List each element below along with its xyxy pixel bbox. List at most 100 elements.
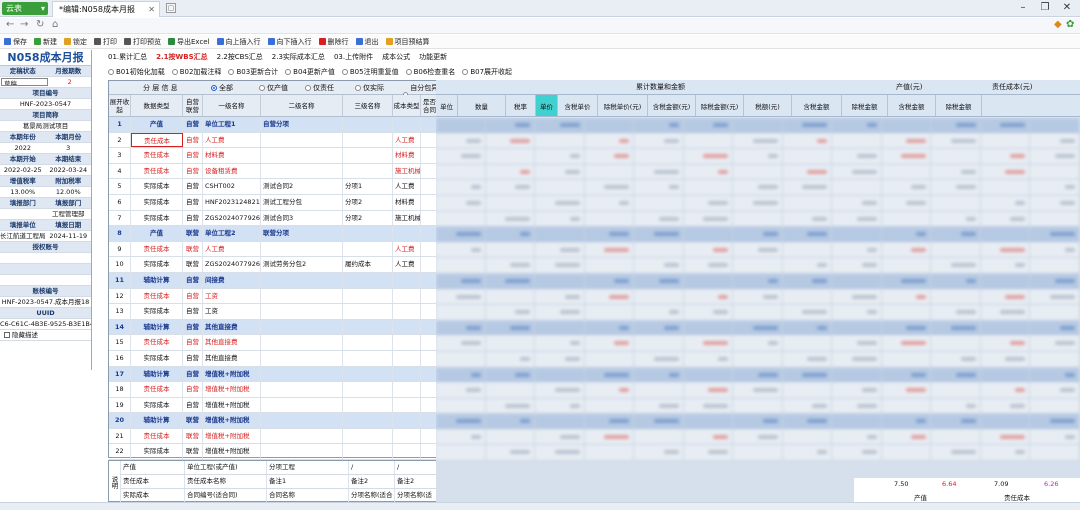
action-button[interactable]: B01初始化加载 xyxy=(108,67,165,77)
field-value[interactable]: 2022-03-24 xyxy=(46,165,92,175)
field-value[interactable]: C6-C61C-4B3E-9525-B3E1B4 xyxy=(0,319,91,330)
home-icon[interactable]: ⌂ xyxy=(52,19,58,30)
table-row[interactable]: 15 责任成本 自营 其他直接费 xyxy=(109,335,439,351)
document-tab[interactable]: *编辑:N058成本月报 ✕ xyxy=(52,1,160,17)
cell-type[interactable]: 产值 xyxy=(131,226,183,241)
cell-type[interactable]: 实际成本 xyxy=(131,210,183,226)
cell-type[interactable]: 辅助计算 xyxy=(131,319,183,335)
table-row[interactable]: 1 产值 自营 单位工程1 自营分项 xyxy=(109,117,439,133)
field-value[interactable]: 工程管理部 xyxy=(46,209,92,219)
toolbar-button-6[interactable]: 向上插入行 xyxy=(216,37,261,47)
table-row[interactable]: 20 辅助计算 联营 增值税+附加税 xyxy=(109,413,439,429)
table-row[interactable]: 9 责任成本 联营 人工费 人工费 xyxy=(109,241,439,258)
field-value[interactable] xyxy=(0,275,91,286)
toolbar-button-9[interactable]: 退出 xyxy=(355,37,379,47)
field-value[interactable]: 3 xyxy=(46,143,92,153)
field-value[interactable]: 2 xyxy=(49,77,92,87)
field-value[interactable]: HNF-2023-0547.成本月报18 xyxy=(0,297,91,308)
toolbar-button-5[interactable]: 导出Excel xyxy=(168,37,210,47)
close-tab-icon[interactable]: ✕ xyxy=(148,2,155,17)
summary-tab[interactable]: 01.累计汇总 xyxy=(108,53,147,61)
field-value[interactable] xyxy=(0,253,91,264)
minimize-icon[interactable]: – xyxy=(1014,1,1032,15)
table-row[interactable]: 7实际成本自营ZGS2024077926测试合同3分项2施工机械使用费 xyxy=(109,210,439,227)
cell-type[interactable]: 产值 xyxy=(131,117,183,132)
summary-tab[interactable]: 2.1按WBS汇总 xyxy=(156,53,208,61)
cell-type[interactable]: 责任成本 xyxy=(131,428,183,444)
field-value[interactable]: 2022-02-25 xyxy=(0,165,46,175)
back-icon[interactable]: ← xyxy=(6,19,14,30)
cell-type[interactable]: 实际成本 xyxy=(131,397,183,413)
action-button[interactable]: B06检查重名 xyxy=(405,67,455,77)
cell-type[interactable]: 实际成本 xyxy=(131,444,183,460)
table-row[interactable]: 8 产值 联营 单位工程2 联营分项 xyxy=(109,226,439,242)
cell-type[interactable]: 辅助计算 xyxy=(131,413,183,428)
table-row[interactable]: 12 责任成本 自营 工资 xyxy=(109,288,439,305)
hide-description-checkbox[interactable]: 隐藏描述 xyxy=(0,330,91,341)
filter-radio[interactable]: 仅产值 xyxy=(259,81,288,95)
table-row[interactable]: 3 责任成本 自营 材料费 材料费 xyxy=(109,148,439,164)
field-value[interactable]: 长江航道工程局 xyxy=(0,231,46,241)
toolbar-button-1[interactable]: 新建 xyxy=(34,37,57,47)
action-button[interactable]: B05注明重复值 xyxy=(341,67,399,77)
summary-tab[interactable]: 03.上传附件 xyxy=(334,53,373,61)
field-value[interactable]: 2022 xyxy=(0,143,46,153)
cell-type[interactable]: 责任成本 xyxy=(131,335,183,350)
toolbar-button-4[interactable]: 打印预览 xyxy=(124,37,161,47)
summary-tab[interactable]: 2.3实际成本汇总 xyxy=(272,53,325,61)
table-row[interactable]: 2 责任成本 自营 人工费 人工费 xyxy=(109,132,439,149)
table-row[interactable]: 5 实际成本 自营 CSHT002 测试合同2 分项1 人工费 xyxy=(109,179,439,195)
app-menu-button[interactable]: 云表 ▾ xyxy=(2,2,48,15)
filter-radio[interactable]: 仅实际 xyxy=(355,81,384,95)
cell-type[interactable]: 实际成本 xyxy=(131,194,183,210)
cell-type[interactable]: 辅助计算 xyxy=(131,366,183,382)
field-value[interactable]: 12.00% xyxy=(46,187,92,197)
table-row[interactable]: 11 辅助计算 自营 间接费 xyxy=(109,272,439,289)
cell-type[interactable]: 责任成本 xyxy=(131,382,183,397)
toolbar-button-2[interactable]: 锁定 xyxy=(64,37,87,47)
settings-icon[interactable]: ✿ xyxy=(1066,19,1074,30)
cell-type[interactable]: 实际成本 xyxy=(131,304,183,319)
cell-type[interactable]: 实际成本 xyxy=(131,179,183,194)
toolbar-button-0[interactable]: 保存 xyxy=(4,37,27,47)
field-value[interactable]: HNF-2023-0547 xyxy=(0,99,91,110)
filter-radio[interactable]: 仅责任 xyxy=(305,81,334,95)
forward-icon[interactable]: → xyxy=(20,19,28,30)
plugin-icon[interactable]: ◆ xyxy=(1054,19,1062,30)
new-tab-icon[interactable]: ▢ xyxy=(166,3,176,13)
maximize-icon[interactable]: ❐ xyxy=(1036,1,1054,15)
refresh-icon[interactable]: ↻ xyxy=(36,19,44,30)
summary-tab[interactable]: 功能更新 xyxy=(419,53,447,61)
table-row[interactable]: 14 辅助计算 自营 其他直接费 xyxy=(109,319,439,336)
table-row[interactable]: 18 责任成本 自营 增值税+附加税 xyxy=(109,382,439,398)
table-row[interactable]: 22 实际成本 联营 增值税+附加税 xyxy=(109,444,439,461)
field-value[interactable]: 葛景局测试项目 xyxy=(0,121,91,132)
summary-tab[interactable]: 成本公式 xyxy=(382,53,410,61)
field-value[interactable]: 2024-11-19 xyxy=(46,231,92,241)
field-value[interactable]: 草稿 xyxy=(1,78,48,86)
table-row[interactable]: 13 实际成本 自营 工资 xyxy=(109,304,439,320)
cell-type[interactable]: 责任成本 xyxy=(131,288,183,304)
cell-type[interactable]: 辅助计算 xyxy=(131,272,183,288)
table-row[interactable]: 10 实际成本 联营 ZGS2024077926 测试劳务分包2 履约成本 人工费 xyxy=(109,257,439,273)
table-row[interactable]: 4责任成本自营设备租赁费 施工机械使用费 xyxy=(109,163,439,180)
cell-type[interactable]: 责任成本 xyxy=(131,163,183,179)
cell-type[interactable]: 实际成本 xyxy=(131,257,183,272)
toolbar-button-8[interactable]: 删除行 xyxy=(318,37,349,47)
action-button[interactable]: B03更新合计 xyxy=(228,67,278,77)
field-value[interactable]: 13.00% xyxy=(0,187,46,197)
action-button[interactable]: B02加载注释 xyxy=(171,67,221,77)
cell-type[interactable]: 实际成本 xyxy=(131,350,183,366)
action-button[interactable]: B07展开收起 xyxy=(462,67,512,77)
cell-type[interactable]: 责任成本 xyxy=(131,148,183,163)
toolbar-button-7[interactable]: 向下插入行 xyxy=(267,37,312,47)
close-window-icon[interactable]: ✕ xyxy=(1058,1,1076,15)
table-row[interactable]: 6 实际成本 自营 HNF2023124821 测试工程分包 分项2 材料费 xyxy=(109,194,439,211)
table-row[interactable]: 16 实际成本 自营 其他直接费 xyxy=(109,350,439,367)
toolbar-button-10[interactable]: 项目预结算 xyxy=(385,37,430,47)
filter-radio[interactable]: 全部 xyxy=(211,81,233,95)
cell-type[interactable]: 责任成本 xyxy=(131,241,183,257)
cell-type[interactable]: 责任成本 xyxy=(131,132,183,148)
summary-tab[interactable]: 2.2按CBS汇总 xyxy=(217,53,263,61)
checkbox-icon[interactable] xyxy=(4,332,10,338)
